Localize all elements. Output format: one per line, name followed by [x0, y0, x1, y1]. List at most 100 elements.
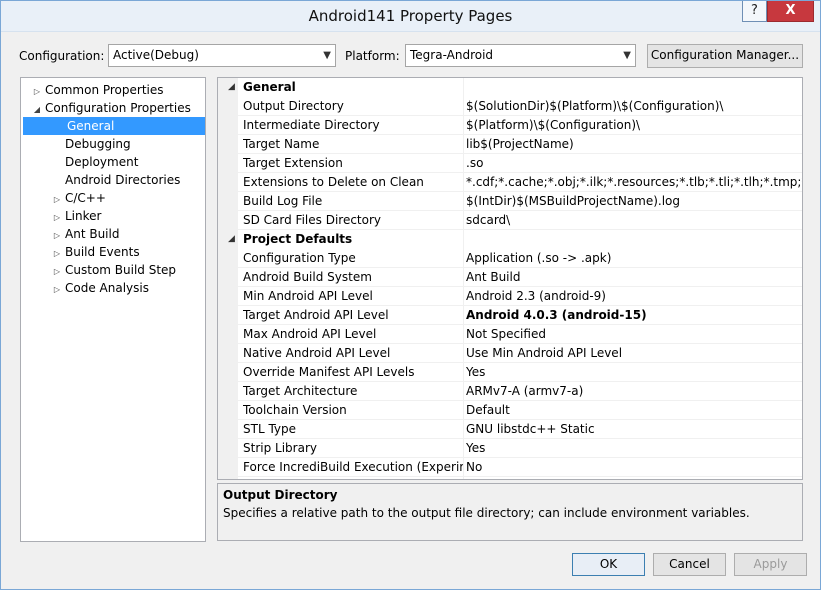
property-row[interactable]: SD Card Files Directory sdcard\ [218, 211, 802, 230]
configuration-manager-button[interactable]: Configuration Manager... [647, 44, 803, 68]
chevron-down-icon: ▼ [323, 50, 331, 61]
property-value[interactable]: Yes [466, 363, 802, 382]
expanded-triangle-icon[interactable]: ◢ [228, 230, 235, 249]
property-value[interactable]: No [466, 458, 802, 477]
property-row[interactable]: Target Android API Level Android 4.0.3 (a… [218, 306, 802, 325]
tree-item-custom-build-step[interactable]: ▷ Custom Build Step [51, 261, 176, 279]
property-name: Build Log File [243, 194, 323, 208]
platform-label: Platform: [345, 49, 400, 63]
property-value[interactable]: *.cdf;*.cache;*.obj;*.ilk;*.resources;*.… [466, 173, 802, 192]
tree-item-build-events[interactable]: ▷ Build Events [51, 243, 140, 261]
property-row[interactable]: Max Android API Level Not Specified [218, 325, 802, 344]
close-button[interactable]: X [767, 1, 814, 22]
tree-item-label: Linker [65, 209, 102, 223]
tree-item-label: Ant Build [65, 227, 120, 241]
tree-item-label: Configuration Properties [45, 101, 191, 115]
tree-item-ant-build[interactable]: ▷ Ant Build [51, 225, 120, 243]
property-value[interactable]: sdcard\ [466, 211, 802, 230]
property-name: SD Card Files Directory [243, 213, 382, 227]
property-row[interactable]: Force IncrediBuild Execution (Experiment… [218, 458, 802, 477]
property-row[interactable]: Native Android API Level Use Min Android … [218, 344, 802, 363]
property-row[interactable]: Toolchain Version Default [218, 401, 802, 420]
property-name: Target Name [243, 137, 320, 151]
property-value[interactable]: Android 2.3 (android-9) [466, 287, 802, 306]
property-name: Override Manifest API Levels [243, 365, 415, 379]
cancel-button[interactable]: Cancel [653, 553, 726, 576]
help-button[interactable]: ? [742, 1, 767, 22]
property-name: Target Android API Level [243, 308, 389, 322]
property-value[interactable]: Not Specified [466, 325, 802, 344]
property-row[interactable]: Configuration Type Application (.so -> .a… [218, 249, 802, 268]
property-name: Target Architecture [243, 384, 358, 398]
property-value[interactable]: lib$(ProjectName) [466, 135, 802, 154]
configuration-label: Configuration: [19, 49, 105, 63]
property-value[interactable]: Use Min Android API Level [466, 344, 802, 363]
property-name: Target Extension [243, 156, 343, 170]
chevron-down-icon: ▼ [623, 50, 631, 61]
description-panel: Output Directory Specifies a relative pa… [217, 483, 803, 541]
configuration-combo[interactable]: Active(Debug) ▼ [108, 44, 336, 67]
property-tree[interactable]: ▷ Common Properties ◢ Configuration Propert… [20, 77, 206, 542]
tree-item-label: Common Properties [45, 83, 164, 97]
property-row[interactable]: Extensions to Delete on Clean *.cdf;*.cac… [218, 173, 802, 192]
tree-item-label: Debugging [65, 137, 131, 151]
property-value[interactable]: .so [466, 154, 802, 173]
property-row[interactable]: Android Build System Ant Build [218, 268, 802, 287]
property-row[interactable]: Target Architecture ARMv7-A (armv7-a) [218, 382, 802, 401]
apply-button[interactable]: Apply [734, 553, 807, 576]
property-name: Native Android API Level [243, 346, 391, 360]
tree-item-debugging[interactable]: Debugging [51, 135, 131, 153]
collapsed-triangle-icon[interactable]: ▷ [51, 281, 63, 299]
property-row[interactable]: Intermediate Directory $(Platform)\$(Conf… [218, 116, 802, 135]
property-name: Toolchain Version [243, 403, 347, 417]
tree-item-label: Custom Build Step [65, 263, 177, 277]
ok-button[interactable]: OK [572, 553, 645, 576]
tree-item-code-analysis[interactable]: ▷ Code Analysis [51, 279, 149, 297]
tree-item-label: General [67, 119, 115, 133]
tree-item-label: C/C++ [65, 191, 106, 205]
tree-item-label: Code Analysis [65, 281, 149, 295]
category-row[interactable]: ◢ Project Defaults [218, 230, 802, 249]
property-row[interactable]: Strip Library Yes [218, 439, 802, 458]
property-name: Android Build System [243, 270, 372, 284]
property-value[interactable]: Android 4.0.3 (android-15) [466, 306, 802, 325]
property-value[interactable]: Ant Build [466, 268, 802, 287]
expanded-triangle-icon[interactable]: ◢ [228, 78, 235, 97]
property-row[interactable]: Min Android API Level Android 2.3 (androi… [218, 287, 802, 306]
property-value[interactable]: ARMv7-A (armv7-a) [466, 382, 802, 401]
tree-item-deployment[interactable]: Deployment [51, 153, 138, 171]
window-title: Android141 Property Pages [308, 7, 513, 25]
property-name: Force IncrediBuild Execution (Experiment… [243, 460, 463, 474]
property-value[interactable]: $(IntDir)$(MSBuildProjectName).log [466, 192, 802, 211]
property-value[interactable]: Yes [466, 439, 802, 458]
platform-combo[interactable]: Tegra-Android ▼ [405, 44, 636, 67]
description-text: Specifies a relative path to the output … [223, 506, 750, 520]
tree-item-label: Deployment [65, 155, 139, 169]
property-row[interactable]: Build Log File $(IntDir)$(MSBuildProjectN… [218, 192, 802, 211]
category-row[interactable]: ◢ General [218, 78, 802, 97]
tree-item-linker[interactable]: ▷ Linker [51, 207, 102, 225]
property-value[interactable]: $(Platform)\$(Configuration)\ [466, 116, 802, 135]
property-row[interactable]: Override Manifest API Levels Yes [218, 363, 802, 382]
tree-item-common-properties[interactable]: ▷ Common Properties [31, 81, 164, 99]
description-title: Output Directory [223, 488, 338, 502]
property-row[interactable]: Target Name lib$(ProjectName) [218, 135, 802, 154]
property-value[interactable]: $(SolutionDir)$(Platform)\$(Configuratio… [466, 97, 802, 116]
tree-item-android-directories[interactable]: Android Directories [51, 171, 180, 189]
tree-item-c-c[interactable]: ▷ C/C++ [51, 189, 106, 207]
property-name: STL Type [243, 422, 297, 436]
property-name: Extensions to Delete on Clean [243, 175, 424, 189]
property-value[interactable]: GNU libstdc++ Static [466, 420, 802, 439]
property-value[interactable]: Application (.so -> .apk) [466, 249, 802, 268]
category-name: General [243, 80, 296, 94]
property-value[interactable]: Default [466, 401, 802, 420]
property-row[interactable]: Output Directory $(SolutionDir)$(Platform… [218, 97, 802, 116]
tree-item-configuration-properties[interactable]: ◢ Configuration Properties [31, 99, 191, 117]
tree-item-general[interactable]: General [23, 117, 205, 135]
property-grid[interactable]: ◢ General Output Directory $(SolutionDir)$(… [217, 77, 803, 480]
property-row[interactable]: STL Type GNU libstdc++ Static [218, 420, 802, 439]
row-separator [238, 476, 802, 477]
property-name: Configuration Type [243, 251, 356, 265]
property-row[interactable]: Target Extension .so [218, 154, 802, 173]
property-name: Max Android API Level [243, 327, 377, 341]
